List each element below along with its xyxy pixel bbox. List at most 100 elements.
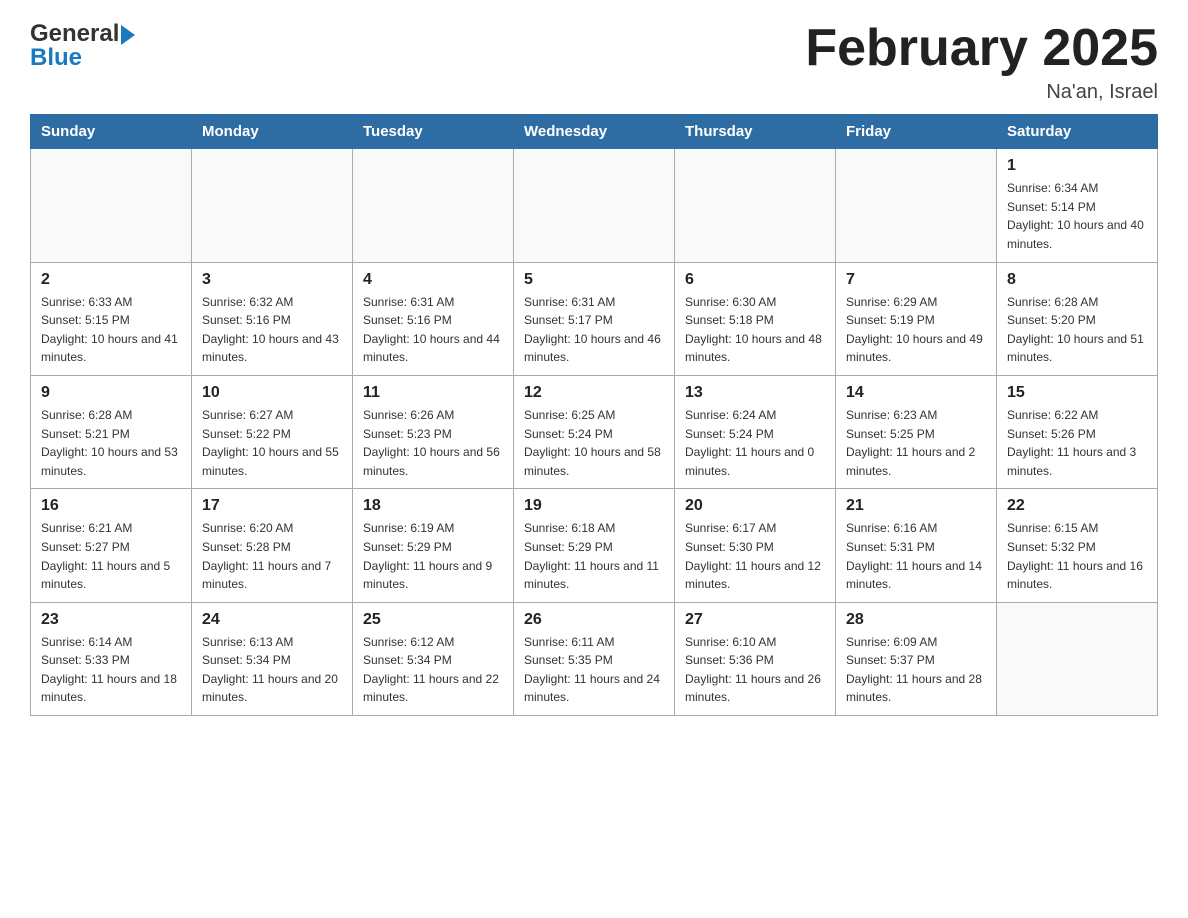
page-header: General Blue February 2025 Na'an, Israel [30, 20, 1158, 104]
day-info: Sunrise: 6:27 AMSunset: 5:22 PMDaylight:… [202, 406, 342, 480]
calendar-cell: 15 Sunrise: 6:22 AMSunset: 5:26 PMDayligh… [997, 375, 1158, 488]
day-number: 7 [846, 271, 986, 289]
calendar-cell: 1 Sunrise: 6:34 AMSunset: 5:14 PMDaylight… [997, 149, 1158, 262]
day-info: Sunrise: 6:33 AMSunset: 5:15 PMDaylight:… [41, 293, 181, 367]
weekday-header-monday: Monday [192, 115, 353, 149]
calendar-cell: 4 Sunrise: 6:31 AMSunset: 5:16 PMDaylight… [353, 262, 514, 375]
calendar-cell: 3 Sunrise: 6:32 AMSunset: 5:16 PMDaylight… [192, 262, 353, 375]
calendar-week-row: 23Sunrise: 6:14 AMSunset: 5:33 PMDayligh… [31, 602, 1158, 715]
calendar-cell [353, 149, 514, 262]
day-info: Sunrise: 6:24 AMSunset: 5:24 PMDaylight:… [685, 406, 825, 480]
weekday-header-row: SundayMondayTuesdayWednesdayThursdayFrid… [31, 115, 1158, 149]
day-info: Sunrise: 6:29 AMSunset: 5:19 PMDaylight:… [846, 293, 986, 367]
day-info: Sunrise: 6:12 AMSunset: 5:34 PMDaylight:… [363, 633, 503, 707]
calendar-cell [192, 149, 353, 262]
calendar-cell: 10 Sunrise: 6:27 AMSunset: 5:22 PMDayligh… [192, 375, 353, 488]
calendar-cell: 23Sunrise: 6:14 AMSunset: 5:33 PMDayligh… [31, 602, 192, 715]
calendar-cell [997, 602, 1158, 715]
calendar-cell: 28 Sunrise: 6:09 AMSunset: 5:37 PMDayligh… [836, 602, 997, 715]
calendar-cell: 11 Sunrise: 6:26 AMSunset: 5:23 PMDayligh… [353, 375, 514, 488]
day-info: Sunrise: 6:16 AMSunset: 5:31 PMDaylight:… [846, 519, 986, 593]
calendar-cell: 7 Sunrise: 6:29 AMSunset: 5:19 PMDaylight… [836, 262, 997, 375]
day-number: 6 [685, 271, 825, 289]
day-info: Sunrise: 6:21 AMSunset: 5:27 PMDaylight:… [41, 519, 181, 593]
day-number: 2 [41, 271, 181, 289]
calendar-cell: 16 Sunrise: 6:21 AMSunset: 5:27 PMDayligh… [31, 489, 192, 602]
day-number: 3 [202, 271, 342, 289]
calendar-table: SundayMondayTuesdayWednesdayThursdayFrid… [30, 114, 1158, 716]
weekday-header-friday: Friday [836, 115, 997, 149]
day-number: 18 [363, 497, 503, 515]
weekday-header-wednesday: Wednesday [514, 115, 675, 149]
day-number: 25 [363, 611, 503, 629]
calendar-cell: 25 Sunrise: 6:12 AMSunset: 5:34 PMDayligh… [353, 602, 514, 715]
calendar-cell: 13 Sunrise: 6:24 AMSunset: 5:24 PMDayligh… [675, 375, 836, 488]
day-info: Sunrise: 6:31 AMSunset: 5:16 PMDaylight:… [363, 293, 503, 367]
day-info: Sunrise: 6:14 AMSunset: 5:33 PMDaylight:… [41, 633, 181, 707]
day-info: Sunrise: 6:34 AMSunset: 5:14 PMDaylight:… [1007, 179, 1147, 253]
day-number: 24 [202, 611, 342, 629]
day-number: 4 [363, 271, 503, 289]
day-info: Sunrise: 6:30 AMSunset: 5:18 PMDaylight:… [685, 293, 825, 367]
day-number: 21 [846, 497, 986, 515]
day-info: Sunrise: 6:17 AMSunset: 5:30 PMDaylight:… [685, 519, 825, 593]
calendar-week-row: 2 Sunrise: 6:33 AMSunset: 5:15 PMDaylight… [31, 262, 1158, 375]
calendar-cell: 27 Sunrise: 6:10 AMSunset: 5:36 PMDayligh… [675, 602, 836, 715]
calendar-cell: 8Sunrise: 6:28 AMSunset: 5:20 PMDaylight… [997, 262, 1158, 375]
day-info: Sunrise: 6:18 AMSunset: 5:29 PMDaylight:… [524, 519, 664, 593]
calendar-cell: 18 Sunrise: 6:19 AMSunset: 5:29 PMDayligh… [353, 489, 514, 602]
day-number: 12 [524, 384, 664, 402]
day-info: Sunrise: 6:09 AMSunset: 5:37 PMDaylight:… [846, 633, 986, 707]
calendar-cell [31, 149, 192, 262]
day-number: 11 [363, 384, 503, 402]
calendar-week-row: 9Sunrise: 6:28 AMSunset: 5:21 PMDaylight… [31, 375, 1158, 488]
day-info: Sunrise: 6:19 AMSunset: 5:29 PMDaylight:… [363, 519, 503, 593]
day-info: Sunrise: 6:13 AMSunset: 5:34 PMDaylight:… [202, 633, 342, 707]
day-number: 17 [202, 497, 342, 515]
weekday-header-thursday: Thursday [675, 115, 836, 149]
calendar-cell: 22Sunrise: 6:15 AMSunset: 5:32 PMDayligh… [997, 489, 1158, 602]
day-info: Sunrise: 6:32 AMSunset: 5:16 PMDaylight:… [202, 293, 342, 367]
title-block: February 2025 Na'an, Israel [805, 20, 1158, 104]
logo: General Blue [30, 20, 135, 72]
calendar-cell [514, 149, 675, 262]
calendar-cell: 26 Sunrise: 6:11 AMSunset: 5:35 PMDayligh… [514, 602, 675, 715]
calendar-week-row: 16 Sunrise: 6:21 AMSunset: 5:27 PMDayligh… [31, 489, 1158, 602]
day-number: 5 [524, 271, 664, 289]
weekday-header-tuesday: Tuesday [353, 115, 514, 149]
calendar-cell: 6 Sunrise: 6:30 AMSunset: 5:18 PMDaylight… [675, 262, 836, 375]
calendar-cell [836, 149, 997, 262]
day-number: 8 [1007, 271, 1147, 289]
day-number: 15 [1007, 384, 1147, 402]
calendar-cell: 19Sunrise: 6:18 AMSunset: 5:29 PMDayligh… [514, 489, 675, 602]
day-info: Sunrise: 6:23 AMSunset: 5:25 PMDaylight:… [846, 406, 986, 480]
day-number: 13 [685, 384, 825, 402]
day-info: Sunrise: 6:31 AMSunset: 5:17 PMDaylight:… [524, 293, 664, 367]
day-number: 28 [846, 611, 986, 629]
day-number: 9 [41, 384, 181, 402]
weekday-header-saturday: Saturday [997, 115, 1158, 149]
day-number: 14 [846, 384, 986, 402]
day-number: 16 [41, 497, 181, 515]
day-info: Sunrise: 6:15 AMSunset: 5:32 PMDaylight:… [1007, 519, 1147, 593]
day-info: Sunrise: 6:26 AMSunset: 5:23 PMDaylight:… [363, 406, 503, 480]
calendar-cell [675, 149, 836, 262]
logo-arrow-icon [121, 25, 135, 45]
weekday-header-sunday: Sunday [31, 115, 192, 149]
day-number: 10 [202, 384, 342, 402]
calendar-cell: 17Sunrise: 6:20 AMSunset: 5:28 PMDayligh… [192, 489, 353, 602]
day-number: 20 [685, 497, 825, 515]
calendar-week-row: 1 Sunrise: 6:34 AMSunset: 5:14 PMDaylight… [31, 149, 1158, 262]
calendar-cell: 24 Sunrise: 6:13 AMSunset: 5:34 PMDayligh… [192, 602, 353, 715]
day-number: 27 [685, 611, 825, 629]
logo-blue-text: Blue [30, 44, 82, 72]
day-info: Sunrise: 6:22 AMSunset: 5:26 PMDaylight:… [1007, 406, 1147, 480]
day-number: 1 [1007, 157, 1147, 175]
day-info: Sunrise: 6:11 AMSunset: 5:35 PMDaylight:… [524, 633, 664, 707]
month-title: February 2025 [805, 20, 1158, 77]
calendar-cell: 9Sunrise: 6:28 AMSunset: 5:21 PMDaylight… [31, 375, 192, 488]
day-number: 26 [524, 611, 664, 629]
day-info: Sunrise: 6:10 AMSunset: 5:36 PMDaylight:… [685, 633, 825, 707]
calendar-cell: 14 Sunrise: 6:23 AMSunset: 5:25 PMDayligh… [836, 375, 997, 488]
calendar-cell: 5 Sunrise: 6:31 AMSunset: 5:17 PMDaylight… [514, 262, 675, 375]
